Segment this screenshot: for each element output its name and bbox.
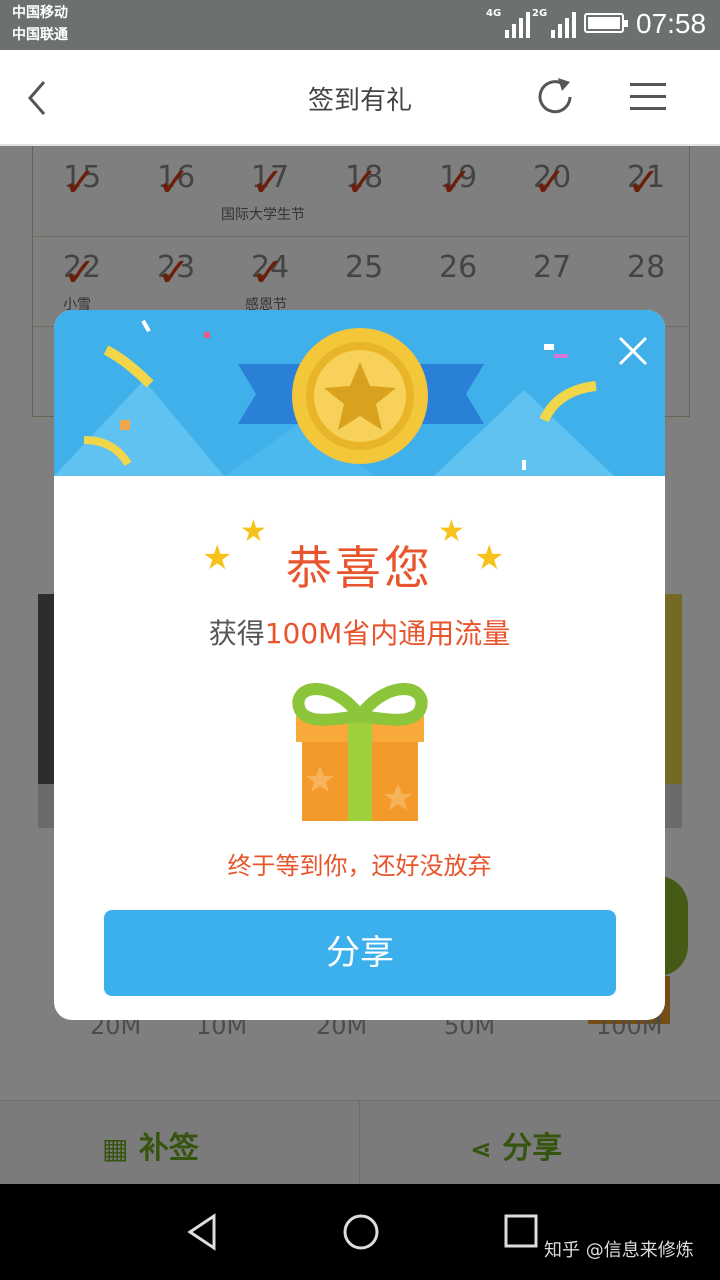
signal-bars-icon [505,12,530,38]
share-button[interactable]: 分享 [104,910,616,996]
refresh-icon[interactable] [530,72,580,122]
modal-banner [54,310,665,476]
page-title: 签到有礼 [307,86,412,116]
carrier-labels: 中国移动 中国联通 [12,2,68,46]
app-header: 签到有礼 [0,50,720,146]
system-nav-bar [0,1184,720,1280]
prize-prefix: 获得 [208,617,265,650]
watermark: 知乎 @信息来修炼 [544,1240,694,1261]
carrier-2: 中国联通 [12,27,68,43]
prize-value: 100M省内通用流量 [264,617,511,650]
medal-banner-graphic [54,319,614,476]
clock: 07:58 [636,8,707,39]
nav-back-icon[interactable] [182,1212,222,1252]
nav-home-icon[interactable] [341,1212,381,1252]
carrier-1: 中国移动 [12,5,68,21]
network-type-1: 4G [486,8,502,19]
slogan-text: 终于等到你，还好没放弃 [227,852,492,880]
menu-icon[interactable] [624,72,674,122]
signal-bars-icon [551,12,576,38]
gift-box-icon [292,683,428,821]
prize-description: 获得100M省内通用流量 [54,612,665,652]
nav-recents-icon[interactable] [502,1212,542,1252]
status-bar: 中国移动 中国联通 4G 2G 07:58 [0,0,720,50]
reward-modal: ★ ★ ★ ★ 恭喜您 获得100M省内通用流量 终于等到你，还好没放弃 分享 [54,310,665,1020]
congrats-heading: 恭喜您 [286,541,433,595]
close-icon[interactable] [616,334,650,368]
battery-icon [584,13,628,33]
network-type-2: 2G [532,8,548,19]
